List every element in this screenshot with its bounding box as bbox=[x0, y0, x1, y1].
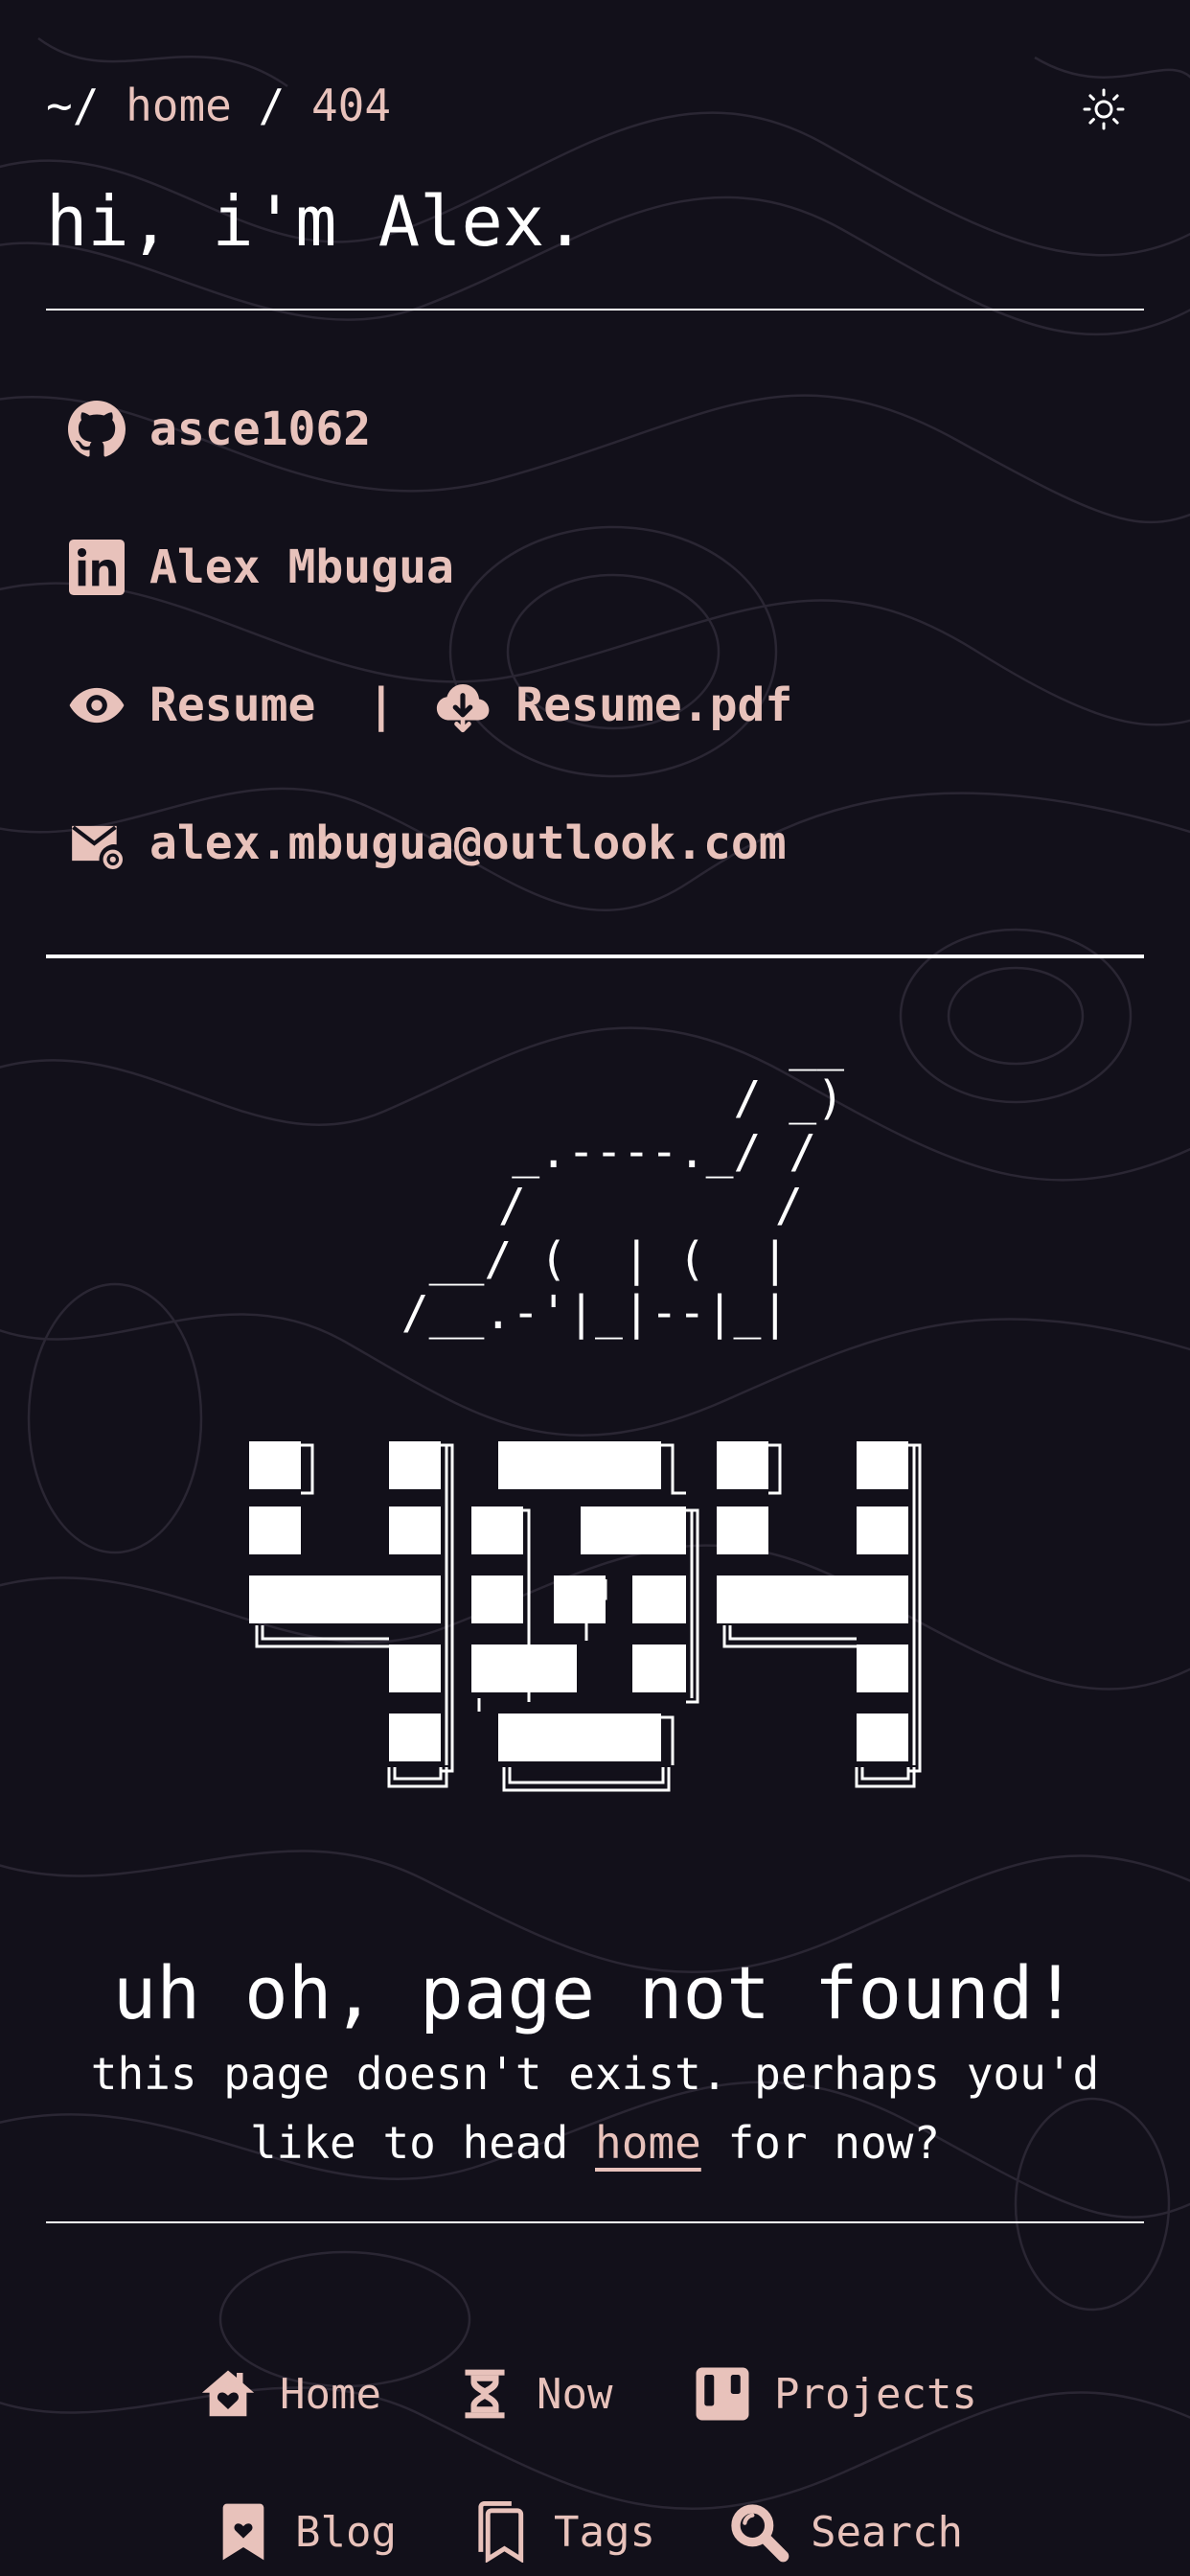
linkedin-icon bbox=[67, 538, 126, 597]
search-icon bbox=[728, 2501, 790, 2563]
nav-search-label: Search bbox=[811, 2507, 963, 2557]
not-found-message: this page doesn't exist. perhaps you'd l… bbox=[38, 2039, 1152, 2177]
resume-separator: | bbox=[367, 678, 396, 732]
ascii-404-logo: 404 bbox=[249, 1441, 922, 1792]
email-link[interactable]: alex.mbugua@outlook.com bbox=[149, 816, 787, 870]
not-found-title: uh oh, page not found! bbox=[112, 1950, 1078, 2036]
breadcrumb-home-link[interactable]: home bbox=[126, 80, 232, 131]
not-found-text-after: for now? bbox=[700, 2117, 941, 2169]
kanban-icon bbox=[692, 2363, 753, 2425]
breadcrumb-current: 404 bbox=[310, 80, 392, 131]
nav-tags[interactable]: Tags bbox=[471, 2494, 655, 2570]
nav-now[interactable]: Now bbox=[454, 2356, 612, 2432]
cloud-download-icon bbox=[433, 676, 492, 735]
page: ~/ home / 404 hi, i'm Alex. asce1062 Ale… bbox=[0, 0, 1190, 2576]
divider-top bbox=[46, 309, 1144, 310]
nav-tags-label: Tags bbox=[554, 2507, 655, 2557]
resume-link-row: Resume | Resume.pdf bbox=[67, 672, 792, 739]
nav-search[interactable]: Search bbox=[728, 2494, 963, 2570]
breadcrumb-root: ~/ bbox=[46, 80, 100, 131]
nav-home-label: Home bbox=[280, 2369, 381, 2419]
home-heart-icon bbox=[197, 2363, 259, 2425]
nav-blog[interactable]: Blog bbox=[213, 2494, 397, 2570]
resume-pdf-link[interactable]: Resume.pdf bbox=[515, 678, 792, 732]
page-title: hi, i'm Alex. bbox=[46, 181, 586, 262]
github-link-row: asce1062 bbox=[67, 396, 371, 463]
nav-blog-label: Blog bbox=[295, 2507, 397, 2557]
nav-projects-label: Projects bbox=[774, 2369, 977, 2419]
linkedin-link[interactable]: Alex Mbugua bbox=[149, 540, 454, 594]
nav-projects[interactable]: Projects bbox=[692, 2356, 977, 2432]
bookmark-outline-icon bbox=[471, 2501, 533, 2563]
breadcrumb-separator: / bbox=[258, 80, 286, 131]
bookmark-icon bbox=[213, 2501, 274, 2563]
hourglass-icon bbox=[454, 2363, 515, 2425]
email-icon bbox=[67, 814, 126, 873]
divider-bottom bbox=[46, 2221, 1144, 2223]
github-icon bbox=[67, 400, 126, 459]
resume-link[interactable]: Resume bbox=[149, 678, 315, 732]
eye-icon bbox=[67, 676, 126, 735]
dinosaur-ascii-art: __ / _) _.----._/ / / / __/ ( | ( | /__.… bbox=[400, 1018, 845, 1340]
email-link-row: alex.mbugua@outlook.com bbox=[67, 810, 787, 877]
divider-middle bbox=[46, 954, 1144, 958]
breadcrumb: ~/ home / 404 bbox=[46, 77, 391, 134]
sun-icon bbox=[1083, 88, 1125, 130]
not-found-home-link[interactable]: home bbox=[595, 2117, 701, 2169]
github-link[interactable]: asce1062 bbox=[149, 402, 371, 456]
linkedin-link-row: Alex Mbugua bbox=[67, 534, 454, 601]
theme-toggle-button[interactable] bbox=[1077, 82, 1131, 136]
nav-now-label: Now bbox=[537, 2369, 613, 2419]
nav-home[interactable]: Home bbox=[197, 2356, 381, 2432]
